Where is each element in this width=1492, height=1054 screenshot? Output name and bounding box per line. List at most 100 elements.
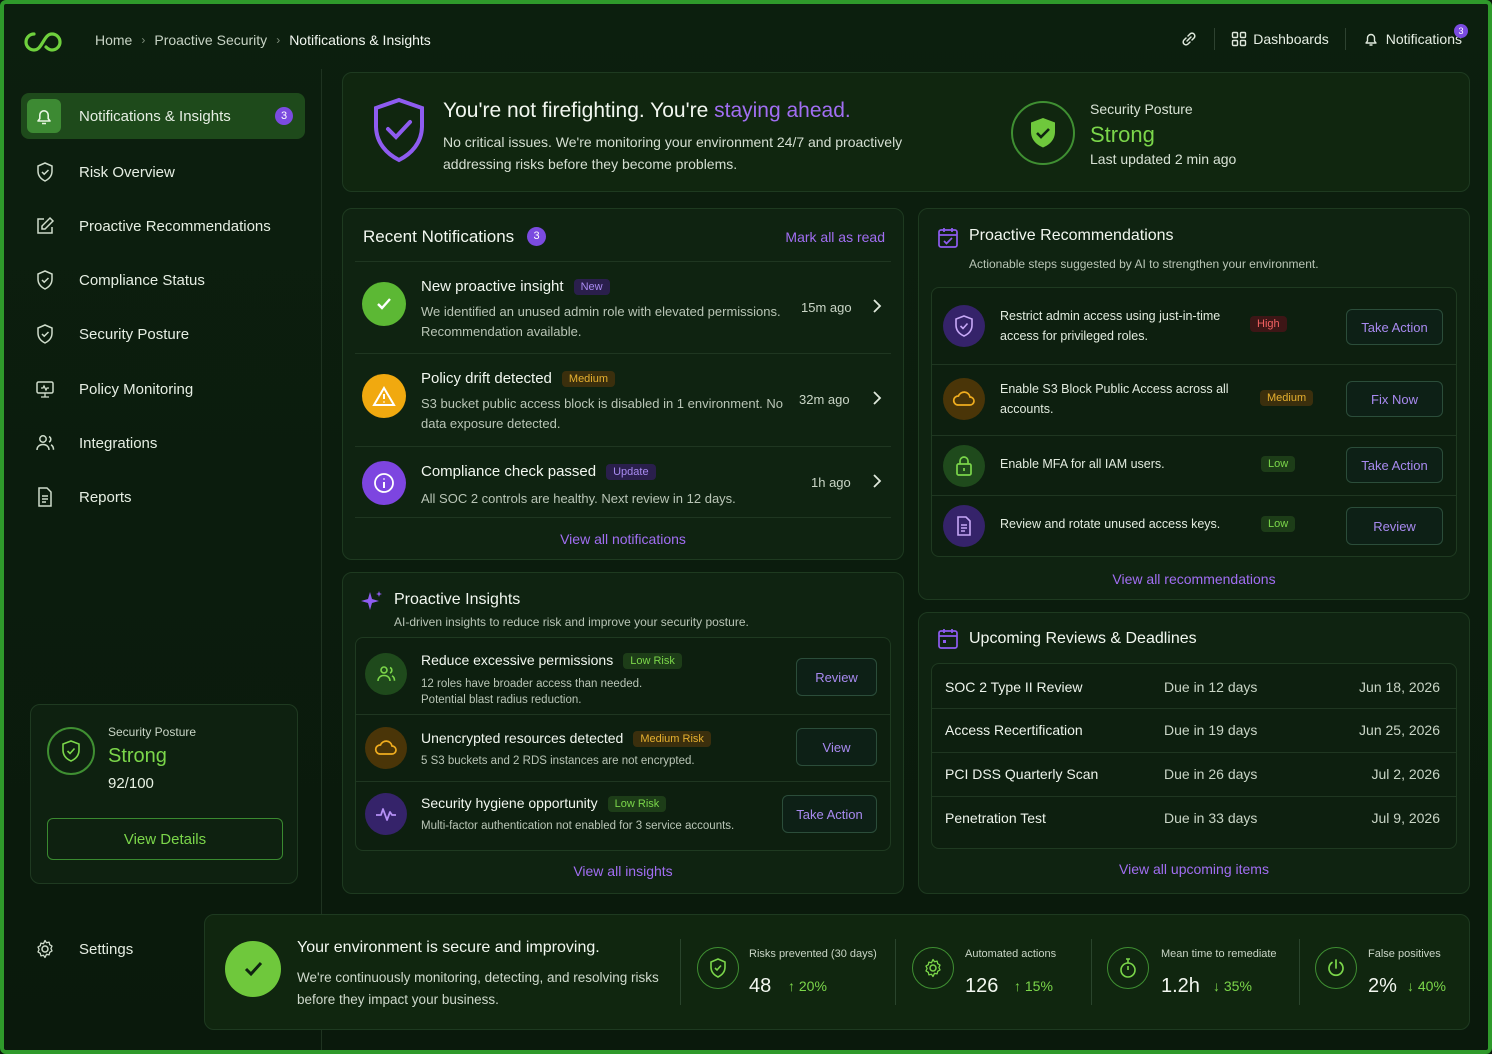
sidebar-count-badge: 3 [275,107,293,125]
bell-icon [1362,30,1380,48]
notification-item[interactable]: Compliance check passed Update All SOC 2 … [343,447,903,517]
insight-risk-tag: Low Risk [623,653,682,670]
document-icon [943,505,985,547]
stat-value: 1.2h [1161,975,1200,997]
sidebar-item-policy-monitoring[interactable]: Policy Monitoring [21,366,305,412]
insight-desc: Multi-factor authentication not enabled … [421,820,735,832]
table-row[interactable]: Access Recertification Due in 19 days Ju… [932,709,1456,752]
stat-change-value: 40% [1417,978,1446,994]
recommendation-text: Enable S3 Block Public Access across all… [1000,382,1229,416]
divider [1091,939,1092,1005]
review-button[interactable]: Review [796,658,877,696]
dashboards-label: Dashboards [1253,31,1329,47]
view-all-notifications-link[interactable]: View all notifications [343,531,903,547]
insight-item: Unencrypted resources detected Medium Ris… [356,715,890,781]
view-all-insights-link[interactable]: View all insights [343,863,903,879]
insight-item: Security hygiene opportunity Low Risk Mul… [356,782,890,850]
insight-title: Reduce excessive permissions Low Risk [421,652,682,670]
sidebar-item-proactive-recommendations[interactable]: Proactive Recommendations [21,203,305,249]
notification-item[interactable]: New proactive insight New We identified a… [343,262,903,354]
view-details-button[interactable]: View Details [47,818,283,860]
notification-item[interactable]: Policy drift detected Medium S3 bucket pu… [343,354,903,446]
review-button[interactable]: Review [1346,507,1443,545]
fix-now-button[interactable]: Fix Now [1346,381,1443,417]
chevron-right-icon[interactable] [871,473,883,489]
breadcrumb-section[interactable]: Proactive Security [154,32,267,48]
posture-value: Strong [108,745,167,767]
chevron-right-icon[interactable] [871,298,883,314]
sidebar-item-integrations[interactable]: Integrations [21,420,305,466]
notification-tag: Update [606,464,656,481]
proactive-recommendations-card: Proactive Recommendations Actionable ste… [918,208,1470,600]
stat-value: 48 [749,975,772,997]
notification-desc: All SOC 2 controls are healthy. Next rev… [421,491,736,506]
stat-label: False positives [1368,948,1441,960]
breadcrumb-home[interactable]: Home [95,32,132,48]
sidebar-item-risk-overview[interactable]: Risk Overview [21,149,305,195]
view-button[interactable]: View [796,728,877,766]
check-icon [362,282,406,326]
cloud-icon [943,378,985,420]
settings-label: Settings [79,940,134,958]
sidebar-item-security-posture[interactable]: Security Posture [21,311,305,357]
take-action-button[interactable]: Take Action [1346,309,1443,345]
shield-check-icon [33,322,57,346]
hero-banner: You're not firefighting. You're staying … [342,72,1470,192]
shield-check-icon [33,268,57,292]
cloud-icon [365,727,407,769]
insights-subtitle: AI-driven insights to reduce risk and im… [394,615,749,629]
review-due: Due in 19 days [1164,722,1258,738]
arrow-up-icon: ↑ [788,978,799,994]
logo-icon[interactable] [24,28,62,56]
dashboards-button[interactable]: Dashboards [1231,31,1329,47]
table-row[interactable]: PCI DSS Quarterly Scan Due in 26 days Ju… [932,753,1456,796]
review-due: Due in 12 days [1164,679,1258,695]
notification-tag: Medium [561,371,616,388]
table-row[interactable]: Penetration Test Due in 33 days Jul 9, 2… [932,797,1456,847]
chevron-right-icon[interactable] [871,390,883,406]
review-due: Due in 26 days [1164,766,1258,782]
notification-title-text: New proactive insight [421,278,564,295]
gear-icon [912,947,954,989]
hero-posture-label: Security Posture [1090,101,1193,117]
sidebar-item-label: Reports [79,488,132,506]
view-all-upcoming-link[interactable]: View all upcoming items [919,861,1469,877]
take-action-button[interactable]: Take Action [1346,447,1443,483]
divider [1344,28,1346,50]
app-window: Home › Proactive Security › Notification… [0,0,1492,1054]
link-icon[interactable] [1180,30,1198,48]
hero-title-highlight: staying ahead. [714,99,851,122]
review-name: SOC 2 Type II Review [945,679,1083,695]
review-due: Due in 33 days [1164,810,1258,826]
notifications-button[interactable]: Notifications 3 [1362,24,1468,48]
divider [680,939,681,1005]
sidebar-item-notifications[interactable]: Notifications & Insights 3 [21,93,305,139]
table-row[interactable]: SOC 2 Type II Review Due in 12 days Jun … [932,664,1456,708]
sidebar-item-label: Compliance Status [79,271,205,289]
mark-all-read-link[interactable]: Mark all as read [785,229,885,245]
arrow-down-icon: ↓ [1213,978,1224,994]
sidebar-item-reports[interactable]: Reports [21,474,305,520]
notifications-count-badge: 3 [1454,24,1468,38]
sidebar-item-compliance-status[interactable]: Compliance Status [21,257,305,303]
priority-badge: Low [1261,516,1296,532]
shield-check-icon [943,305,985,347]
upcoming-table: SOC 2 Type II Review Due in 12 days Jun … [931,663,1457,849]
chevron-right-icon: › [276,33,281,47]
stat-change-value: 20% [798,978,827,994]
hero-posture-value: Strong [1090,122,1155,147]
view-all-recommendations-link[interactable]: View all recommendations [919,571,1469,587]
stopwatch-icon [1107,947,1149,989]
insight-title: Unencrypted resources detected Medium Ris… [421,730,711,748]
take-action-button[interactable]: Take Action [782,795,877,833]
review-name: Access Recertification [945,722,1083,738]
notifications-label: Notifications [1385,31,1462,47]
recent-notifications-card: Recent Notifications 3 Mark all as read … [342,208,904,560]
monitor-icon [33,377,57,401]
users-icon [33,431,57,455]
shield-check-icon [47,727,95,775]
sidebar-item-label: Policy Monitoring [79,380,194,398]
gear-icon [33,937,57,961]
lock-icon [943,445,985,487]
review-name: Penetration Test [945,810,1046,826]
